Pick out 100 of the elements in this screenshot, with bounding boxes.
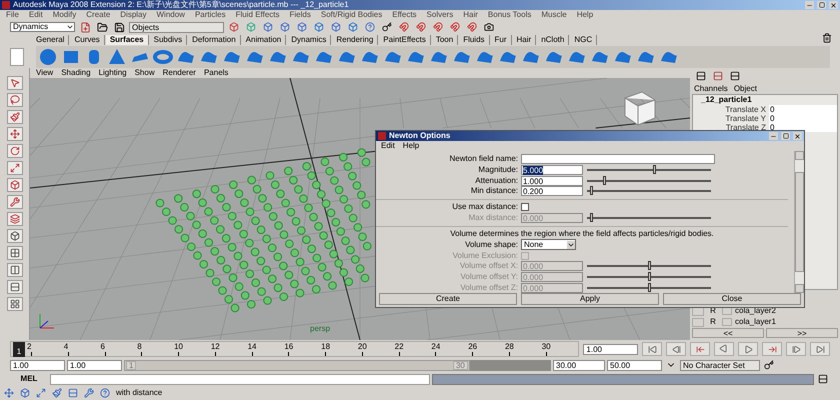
dropdown[interactable]: None <box>521 239 576 250</box>
menu-item[interactable]: Help <box>576 10 594 20</box>
play-icon[interactable] <box>738 342 758 356</box>
cube-icon[interactable] <box>6 178 22 192</box>
menu-item[interactable]: Bonus Tools <box>488 10 532 20</box>
dialog-menu-item[interactable]: Edit <box>381 141 395 151</box>
wrench-icon[interactable] <box>6 195 22 209</box>
select-mode-icon[interactable] <box>261 20 275 34</box>
magnet-icon[interactable] <box>397 20 411 34</box>
move-icon[interactable] <box>6 127 22 141</box>
slider-thumb[interactable] <box>652 165 656 174</box>
menu-item[interactable]: Effects <box>392 10 417 20</box>
key-icon[interactable] <box>762 358 776 372</box>
select-mode-icon[interactable] <box>329 20 343 34</box>
select-mode-icon[interactable] <box>295 20 309 34</box>
shelf-tab[interactable]: Rendering <box>332 35 378 45</box>
stacked-layout-icon[interactable] <box>6 280 22 294</box>
channel-value[interactable]: 0 <box>769 105 837 114</box>
menu-item[interactable]: Fields <box>290 10 311 20</box>
folder-icon[interactable] <box>95 20 109 34</box>
dialog-button[interactable]: Apply <box>521 293 659 305</box>
menu-item[interactable]: Fluid Effects <box>236 10 280 20</box>
grid-layout-icon[interactable] <box>6 297 22 311</box>
command-input[interactable] <box>50 374 430 384</box>
magnet-icon[interactable] <box>431 20 445 34</box>
maximize-icon[interactable] <box>781 132 790 140</box>
menu-item[interactable]: Particles <box>194 10 226 20</box>
save-icon[interactable] <box>112 20 126 34</box>
lasso-icon[interactable] <box>6 93 22 107</box>
layer-name[interactable]: cola_layer1 <box>735 317 776 327</box>
panel-menu-item[interactable]: View <box>36 68 54 78</box>
dialog-button[interactable]: Close <box>663 293 801 305</box>
minimize-icon[interactable] <box>805 1 814 9</box>
menu-item[interactable]: Window <box>156 10 185 20</box>
slider-thumb[interactable] <box>590 186 593 196</box>
select-mode-icon[interactable] <box>278 20 292 34</box>
menu-item[interactable]: Muscle <box>541 10 567 20</box>
scale-icon[interactable] <box>6 161 22 175</box>
previous-key-icon[interactable] <box>690 342 710 356</box>
slider-thumb[interactable] <box>603 176 606 185</box>
view-cube-icon[interactable] <box>624 91 656 126</box>
shelf-menu-button[interactable] <box>10 48 24 66</box>
channel-box-menu[interactable]: Object <box>734 84 757 94</box>
scale-icon[interactable] <box>34 386 48 400</box>
menu-item[interactable]: Modify <box>52 10 76 20</box>
magnet-icon[interactable] <box>465 20 479 34</box>
layer-color-swatch[interactable] <box>722 318 732 326</box>
menu-item[interactable]: Create <box>86 10 110 20</box>
pointer-icon[interactable] <box>6 76 22 90</box>
number-field[interactable]: 1.000 <box>521 176 583 186</box>
wrench-icon[interactable] <box>82 386 96 400</box>
help-icon[interactable] <box>363 20 377 34</box>
menu-item[interactable]: File <box>6 10 19 20</box>
command-language-button[interactable]: MEL <box>10 374 48 384</box>
layers-icon[interactable] <box>6 212 22 226</box>
text-field[interactable] <box>521 154 715 164</box>
trash-icon[interactable] <box>820 31 834 45</box>
shelf-tab[interactable]: nCloth <box>537 35 570 45</box>
select-mode-icon[interactable] <box>312 20 326 34</box>
panel-menu-item[interactable]: Renderer <box>162 68 196 78</box>
shelf-tab[interactable]: Hair <box>512 35 536 45</box>
step-forward-icon[interactable] <box>786 342 806 356</box>
move-icon[interactable] <box>2 386 16 400</box>
menu-set-dropdown[interactable]: Dynamics <box>10 22 75 32</box>
two-pane-layout-icon[interactable] <box>6 263 22 277</box>
menu-item[interactable]: Edit <box>28 10 43 20</box>
selection-field[interactable]: Objects <box>129 22 224 32</box>
channel-box-menu[interactable]: Channels <box>694 84 728 94</box>
character-set-field[interactable]: No Character Set <box>680 360 760 370</box>
skip-to-end-icon[interactable] <box>810 342 830 356</box>
menu-item[interactable]: Display <box>120 10 146 20</box>
range-end-field[interactable]: 30.00 <box>553 360 605 370</box>
window-icon[interactable] <box>66 386 80 400</box>
menu-item[interactable]: Hair <box>463 10 478 20</box>
menu-item[interactable]: Soft/Rigid Bodies <box>320 10 382 20</box>
cube-icon[interactable] <box>18 386 32 400</box>
rotate-icon[interactable] <box>6 144 22 158</box>
shelf-tab[interactable]: Surfaces <box>106 35 149 45</box>
range-start-field[interactable]: 1.00 <box>67 360 122 370</box>
magnet-icon[interactable] <box>414 20 428 34</box>
layer-name[interactable]: cola_layer2 <box>735 306 776 316</box>
play-backward-icon[interactable] <box>714 342 734 356</box>
layer-flag[interactable]: R <box>707 317 719 327</box>
panel-menu-item[interactable]: Shading <box>61 68 91 78</box>
shelf-tab[interactable]: Fur <box>490 35 512 45</box>
panel-menu-item[interactable]: Lighting <box>98 68 127 78</box>
select-mode-icon[interactable] <box>227 20 241 34</box>
shelf-tab[interactable]: Fluids <box>459 35 490 45</box>
select-mode-icon[interactable] <box>346 20 360 34</box>
shelf-tab[interactable]: Deformation <box>188 35 241 45</box>
layer-nav-button[interactable]: << <box>692 328 764 338</box>
magnet-icon[interactable] <box>448 20 462 34</box>
four-pane-layout-icon[interactable] <box>6 246 22 260</box>
shelf-tab[interactable]: Dynamics <box>287 35 332 45</box>
shelf-tab[interactable]: Curves <box>70 35 105 45</box>
shelf-tab[interactable]: Toon <box>432 35 458 45</box>
time-slider[interactable]: 1 2 4 6 8 10 12 14 16 18 20 22 24 26 28 30 <box>10 341 580 357</box>
paintbrush-icon[interactable] <box>50 386 64 400</box>
step-back-icon[interactable] <box>666 342 686 356</box>
menu-item[interactable]: Solvers <box>426 10 454 20</box>
